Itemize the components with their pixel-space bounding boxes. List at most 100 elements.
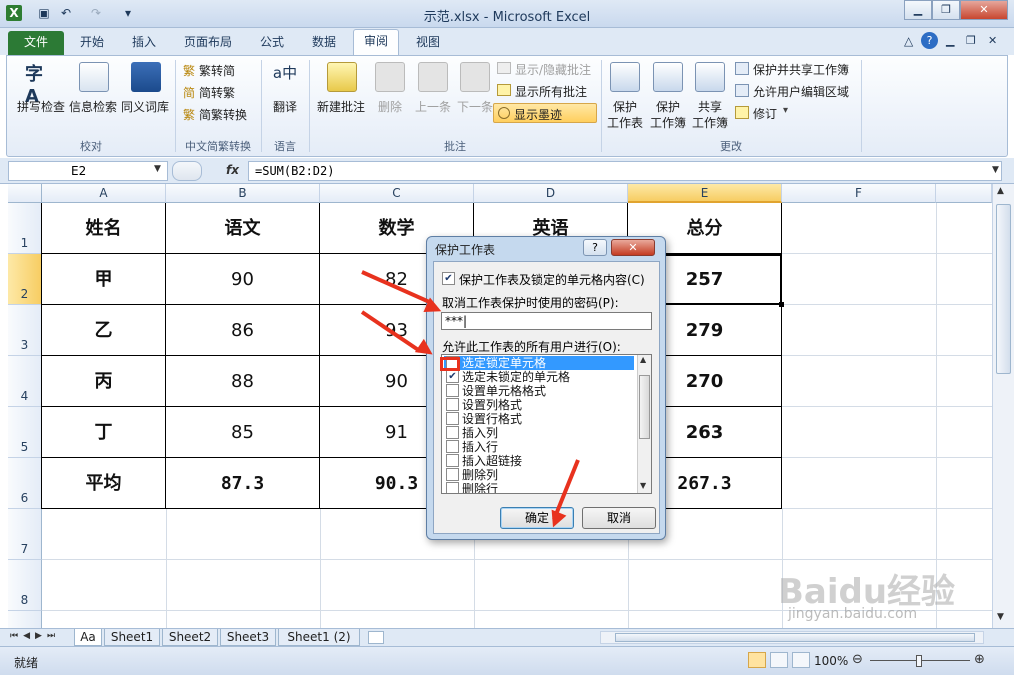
zoom-slider-handle[interactable] [916, 655, 922, 667]
permission-checkbox[interactable] [446, 426, 459, 439]
zoom-level[interactable]: 100% [814, 654, 848, 668]
tab-data[interactable]: 数据 [302, 31, 346, 55]
permission-checkbox[interactable] [446, 482, 459, 493]
protect-workbook-button[interactable]: 保护 工作簿 [647, 60, 689, 130]
row-header-3[interactable]: 3 [8, 305, 42, 356]
row-header-9[interactable] [8, 611, 42, 628]
horizontal-scrollbar[interactable] [600, 631, 984, 644]
column-header-g[interactable] [936, 184, 992, 203]
table-header-chinese[interactable]: 语文 [166, 203, 320, 254]
list-scroll-thumb[interactable] [639, 375, 650, 439]
column-header-a[interactable]: A [42, 184, 166, 203]
workbook-restore-icon[interactable]: ❐ [966, 34, 976, 47]
permission-item-format-cells[interactable]: 设置单元格格式 [444, 384, 634, 398]
permission-checkbox[interactable]: ✔ [446, 370, 459, 383]
row-header-2[interactable]: 2 [8, 254, 42, 305]
table-cell[interactable]: 90 [166, 254, 320, 305]
permission-checkbox[interactable] [446, 468, 459, 481]
dialog-help-button[interactable]: ? [583, 239, 607, 256]
table-cell[interactable]: 88 [166, 356, 320, 407]
scroll-up-icon[interactable]: ▲ [997, 186, 1004, 196]
show-all-comments-button[interactable]: 显示所有批注 [515, 83, 587, 100]
permission-item-insert-hyperlinks[interactable]: 插入超链接 [444, 454, 634, 468]
tab-page-layout[interactable]: 页面布局 [174, 31, 242, 55]
table-cell-average[interactable]: 87.3 [166, 458, 320, 509]
tab-file[interactable]: 文件 [8, 31, 64, 55]
table-cell-name[interactable]: 乙 [42, 305, 166, 356]
new-comment-button[interactable]: 新建批注 [313, 60, 369, 116]
tab-review[interactable]: 审阅 [353, 29, 400, 56]
column-header-d[interactable]: D [474, 184, 628, 203]
chinese-convert-button[interactable]: 简繁转换 [199, 106, 247, 123]
delete-comment-button[interactable]: 删除 [371, 60, 409, 116]
permission-checkbox[interactable] [446, 440, 459, 453]
horizontal-scroll-thumb[interactable] [615, 633, 975, 642]
row-header-7[interactable]: 7 [8, 509, 42, 560]
table-cell[interactable]: 85 [166, 407, 320, 458]
row-header-8[interactable]: 8 [8, 560, 42, 611]
maximize-button[interactable]: ❐ [932, 0, 960, 20]
tab-formulas[interactable]: 公式 [250, 31, 294, 55]
previous-comment-button[interactable]: 上一条 [411, 60, 455, 116]
thesaurus-button[interactable]: 同义词库 [119, 60, 171, 116]
permission-item-delete-rows[interactable]: 删除行 [444, 482, 634, 493]
track-changes-dropdown-icon[interactable]: ▾ [783, 105, 788, 116]
to-simplified-button[interactable]: 繁转简 [199, 62, 235, 79]
table-header-name[interactable]: 姓名 [42, 203, 166, 254]
tab-insert[interactable]: 插入 [122, 31, 166, 55]
expand-formula-bar-icon[interactable]: ▼ [992, 165, 999, 175]
table-cell-name[interactable]: 丙 [42, 356, 166, 407]
ribbon-minimize-icon[interactable]: △ [904, 34, 913, 48]
name-box[interactable]: E2 [8, 161, 168, 181]
row-header-1[interactable]: 1 [8, 203, 42, 254]
list-scroll-up-icon[interactable]: ▲ [640, 355, 646, 364]
minimize-button[interactable]: ▁ [904, 0, 932, 20]
permissions-scrollbar[interactable]: ▲ ▼ [637, 355, 651, 493]
select-all-corner[interactable] [8, 184, 42, 203]
scroll-down-icon[interactable]: ▼ [997, 612, 1004, 622]
formula-input[interactable]: =SUM(B2:D2) [248, 161, 1002, 181]
close-icon[interactable]: ✕ [960, 0, 1008, 20]
cancel-button[interactable]: 取消 [582, 507, 656, 529]
page-break-view-icon[interactable] [792, 652, 810, 668]
column-header-c[interactable]: C [320, 184, 474, 203]
zoom-in-icon[interactable]: ⊕ [974, 652, 985, 667]
row-header-6[interactable]: 6 [8, 458, 42, 509]
permission-checkbox[interactable] [446, 412, 459, 425]
insert-sheet-icon[interactable] [368, 631, 384, 644]
protect-share-button[interactable]: 保护并共享工作簿 [753, 61, 849, 78]
permission-checkbox[interactable] [446, 384, 459, 397]
permission-item-delete-columns[interactable]: 删除列 [444, 468, 634, 482]
password-input[interactable]: ***| [441, 312, 652, 330]
row-header-4[interactable]: 4 [8, 356, 42, 407]
tab-view[interactable]: 视图 [406, 31, 450, 55]
sheet-tab-sheet2[interactable]: Sheet2 [162, 629, 218, 646]
sheet-tab-sheet3[interactable]: Sheet3 [220, 629, 276, 646]
sheet-tab-sheet1-2[interactable]: Sheet1 (2) [278, 629, 360, 646]
help-icon[interactable]: ? [921, 32, 938, 49]
protect-sheet-button[interactable]: 保护 工作表 [605, 60, 645, 130]
permission-checkbox[interactable] [446, 398, 459, 411]
workbook-close-icon[interactable]: ✕ [988, 34, 997, 47]
permission-item-select-locked[interactable]: 选定锁定单元格 [444, 356, 634, 370]
sheet-tab-aa[interactable]: Aa [74, 629, 102, 646]
tab-home[interactable]: 开始 [70, 31, 114, 55]
permission-item-insert-columns[interactable]: 插入列 [444, 426, 634, 440]
formula-bar-splitter[interactable] [172, 161, 202, 181]
normal-view-icon[interactable] [748, 652, 766, 668]
table-cell-name[interactable]: 平均 [42, 458, 166, 509]
next-comment-button[interactable]: 下一条 [453, 60, 497, 116]
translate-button[interactable]: a中 翻译 [265, 60, 305, 116]
page-layout-view-icon[interactable] [770, 652, 788, 668]
permissions-list[interactable]: 选定锁定单元格 ✔ 选定未锁定的单元格 设置单元格格式 设置列格式 设置行格式 … [441, 354, 652, 494]
column-header-b[interactable]: B [166, 184, 320, 203]
column-header-f[interactable]: F [782, 184, 936, 203]
permission-item-format-columns[interactable]: 设置列格式 [444, 398, 634, 412]
protect-sheet-checkbox[interactable]: ✔ [442, 272, 455, 285]
row-header-5[interactable]: 5 [8, 407, 42, 458]
permission-checkbox[interactable] [446, 454, 459, 467]
show-hide-comment-button[interactable]: 显示/隐藏批注 [515, 61, 591, 78]
list-scroll-down-icon[interactable]: ▼ [640, 481, 646, 490]
research-button[interactable]: 信息检索 [67, 60, 119, 116]
permission-item-format-rows[interactable]: 设置行格式 [444, 412, 634, 426]
